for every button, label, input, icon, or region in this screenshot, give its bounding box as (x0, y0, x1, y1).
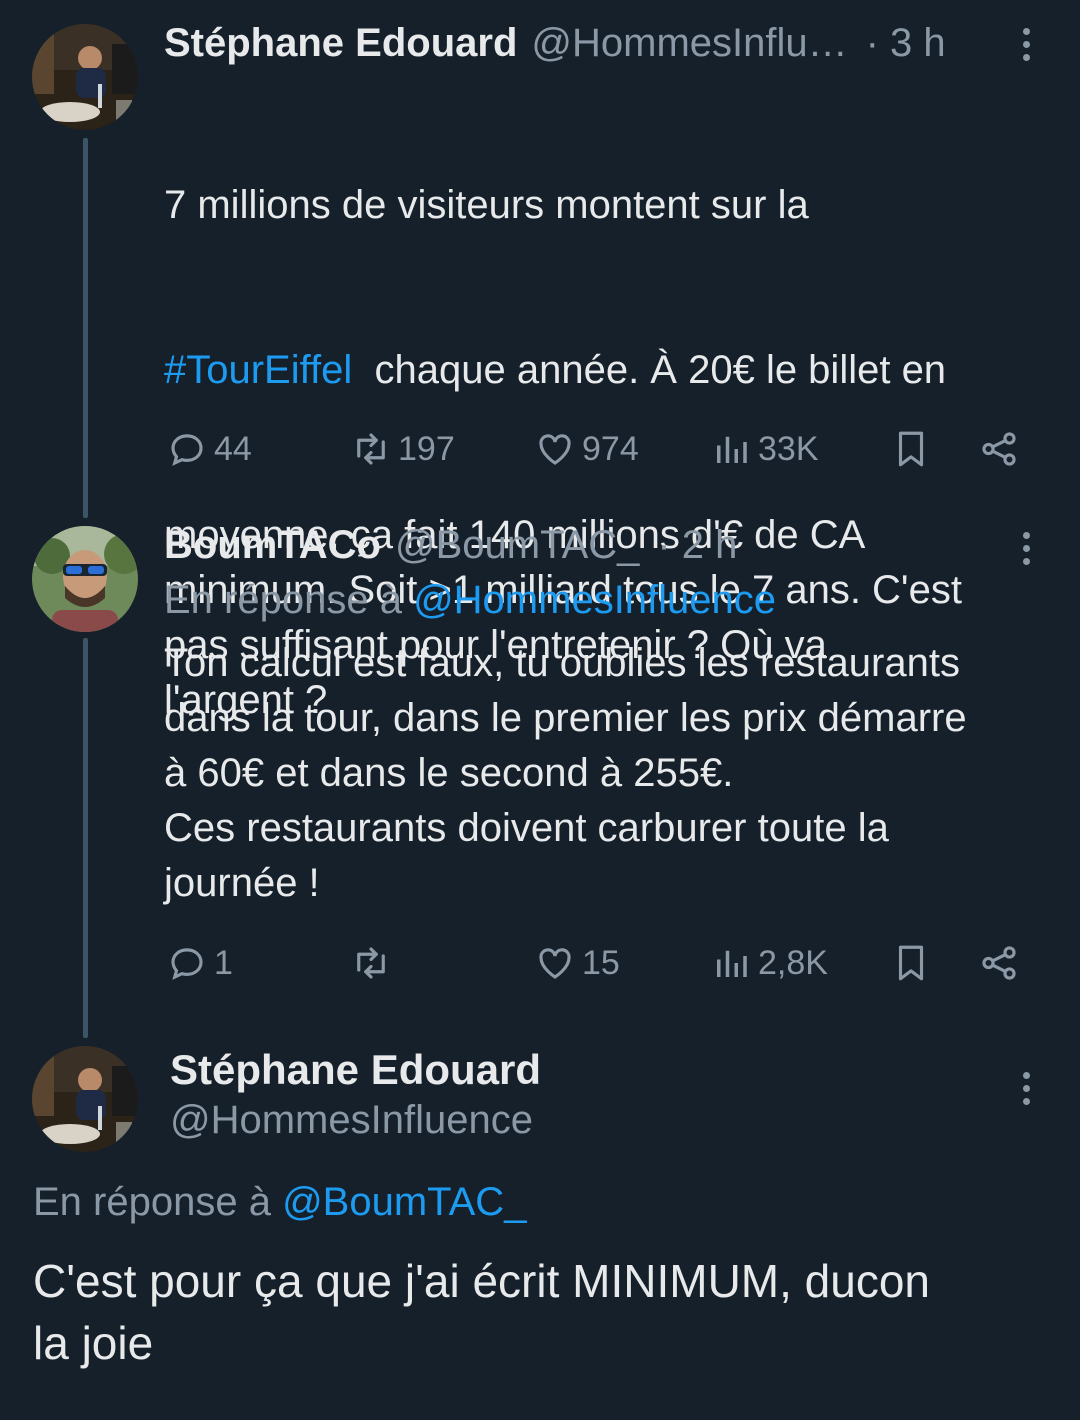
reply-count: 1 (214, 943, 233, 982)
hashtag-link[interactable]: #TourEiffel (164, 348, 352, 392)
views-icon (717, 436, 747, 463)
tweet-3-focused[interactable]: Stéphane Edouard @HommesInfluence En rép… (0, 1040, 1080, 1420)
avatar[interactable] (32, 1046, 138, 1152)
like-icon (539, 434, 571, 465)
tweet-1[interactable]: Stéphane Edouard @HommesInflu… · 3 h 7 m… (0, 0, 1080, 722)
reply-to-label: En réponse à (33, 1180, 283, 1224)
views-count: 33K (758, 429, 819, 468)
reply-to-line: En réponse à @HommesInfluence (164, 578, 776, 623)
author-name[interactable]: Stéphane Edouard (164, 21, 517, 66)
tweet-text-fragment: chaque année. À 20€ le billet en (352, 348, 947, 392)
bookmark-icon (898, 945, 924, 981)
bookmark-button[interactable] (890, 424, 938, 474)
author-name[interactable]: Stéphane Edouard (170, 1046, 541, 1094)
author-handle[interactable]: @HommesInflu… (531, 21, 847, 66)
tweet-time[interactable]: · 2 h (657, 523, 737, 568)
retweet-icon (357, 433, 385, 465)
reply-to-line: En réponse à @BoumTAC_ (33, 1180, 526, 1225)
tweet-time[interactable]: · 3 h (866, 21, 946, 66)
tweet-text: Ton calcul est faux, tu oublies les rest… (164, 641, 967, 905)
reply-to-label: En réponse à (164, 578, 414, 622)
views-icon (717, 950, 747, 977)
reply-count: 44 (214, 429, 252, 468)
action-bar: 44 197 974 33K (164, 424, 1044, 474)
reply-button[interactable]: 44 (166, 424, 252, 474)
tweet-text-line: 7 millions de visiteurs montent sur la (164, 183, 809, 227)
author-name[interactable]: BoumTACo (164, 523, 381, 568)
author-handle[interactable]: @BoumTAC_ (395, 523, 639, 568)
avatar[interactable] (32, 24, 138, 130)
action-bar: 1 15 2,8K (164, 938, 1044, 988)
tweet-2[interactable]: BoumTACo @BoumTAC_ · 2 h En réponse à @H… (0, 520, 1080, 1040)
more-icon[interactable] (1016, 28, 1036, 68)
share-button[interactable] (978, 938, 1026, 988)
views-count: 2,8K (758, 943, 828, 982)
share-button[interactable] (978, 424, 1026, 474)
retweet-icon (357, 947, 385, 979)
more-icon[interactable] (1016, 1072, 1036, 1112)
views-button[interactable]: 2,8K (710, 938, 828, 988)
reply-icon (171, 434, 203, 466)
retweet-count: 197 (398, 429, 455, 468)
retweet-button[interactable] (350, 938, 398, 988)
author-handle[interactable]: @HommesInfluence (170, 1098, 533, 1143)
retweet-button[interactable]: 197 (350, 424, 455, 474)
views-button[interactable]: 33K (710, 424, 819, 474)
reply-to-mention[interactable]: @HommesInfluence (413, 578, 776, 622)
more-icon[interactable] (1016, 532, 1036, 572)
like-count: 15 (582, 943, 620, 982)
tweet-header: Stéphane Edouard @HommesInflu… · 3 h (164, 18, 946, 68)
like-count: 974 (582, 429, 639, 468)
tweet-text-line: #TourEiffel chaque année. À 20€ le bille… (164, 343, 1040, 398)
tweet-header: BoumTACo @BoumTAC_ · 2 h (164, 520, 737, 570)
bookmark-icon (898, 431, 924, 467)
avatar[interactable] (32, 526, 138, 632)
like-icon (539, 948, 571, 979)
reply-button[interactable]: 1 (166, 938, 233, 988)
share-icon (982, 946, 1016, 980)
reply-to-mention[interactable]: @BoumTAC_ (282, 1180, 526, 1224)
tweet-text: C'est pour ça que j'ai écrit MINIMUM, du… (33, 1255, 930, 1369)
reply-icon (171, 948, 203, 980)
like-button[interactable]: 974 (534, 424, 639, 474)
bookmark-button[interactable] (890, 938, 938, 988)
like-button[interactable]: 15 (534, 938, 620, 988)
share-icon (982, 432, 1016, 466)
